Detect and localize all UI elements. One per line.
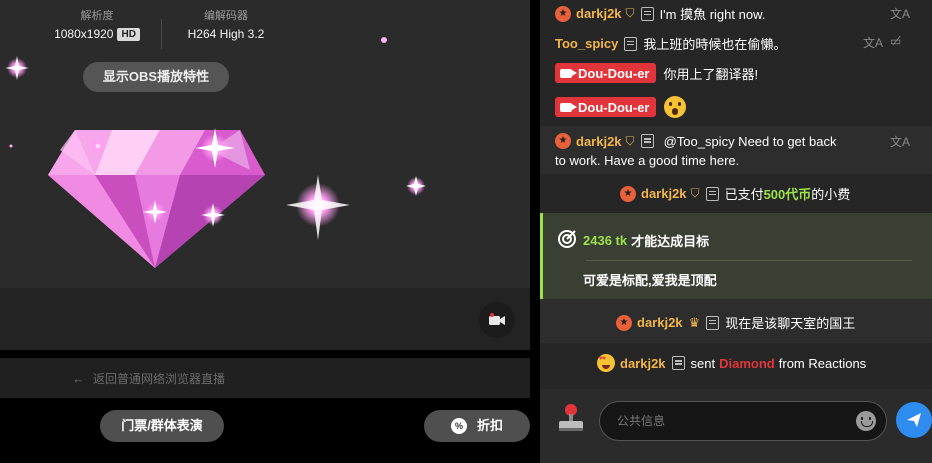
resolution-label: 解析度 xyxy=(80,10,114,22)
goal-panel: 2436 tk 才能达成目标 可爱是标配,爱我是顶配 xyxy=(540,213,932,299)
chat-message: Dou-Dou-er xyxy=(540,90,932,126)
heart-eyes-emoji-icon xyxy=(597,354,615,372)
streamer-badge[interactable]: Dou-Dou-er xyxy=(555,97,656,117)
fan-badge-icon xyxy=(620,185,636,202)
diamond-gem xyxy=(48,130,265,268)
resolution-value: 1080x1920 xyxy=(54,27,114,41)
camera-icon xyxy=(560,102,577,112)
gift-username[interactable]: darkj2k xyxy=(620,356,666,371)
shield-icon: ⛉ xyxy=(625,6,635,20)
back-link-label: 返回普通网络浏览器直播 xyxy=(93,372,226,386)
show-obs-properties-button[interactable]: 显示OBS播放特性 xyxy=(83,62,229,92)
diamond-gift-animation xyxy=(5,37,426,268)
chat-message: darkj2k ⛉ I'm 摸魚 right now. 文A xyxy=(540,0,932,28)
video-stage: 解析度 1080x1920 HD 编解码器 H264 High 3.2 显示OBS… xyxy=(0,0,530,350)
stream-panel: 解析度 1080x1920 HD 编解码器 H264 High 3.2 显示OBS… xyxy=(0,0,530,463)
crown-icon: ♛ xyxy=(688,314,701,330)
discount-button[interactable]: % 折扣 xyxy=(424,410,530,442)
note-icon xyxy=(706,315,720,330)
send-button[interactable] xyxy=(896,402,932,438)
gift-prefix: sent xyxy=(690,355,716,371)
resolution-info: 解析度 1080x1920 HD xyxy=(42,9,152,42)
tip-prefix: 已支付 xyxy=(724,187,764,202)
chat-message: Too_spicy 我上班的時候也在偷懶。 文A ▭̸ xyxy=(540,28,932,56)
hide-translation-icon[interactable]: ▭̸ xyxy=(890,34,901,48)
note-icon xyxy=(624,36,638,51)
gift-notification: darkj2k sent Diamond from Reactions xyxy=(540,343,932,389)
chat-username[interactable]: Too_spicy xyxy=(555,36,618,51)
target-icon xyxy=(558,230,576,248)
camera-toggle-button[interactable] xyxy=(479,302,515,338)
hd-badge: HD xyxy=(117,28,140,41)
goal-divider xyxy=(586,260,912,261)
chat-text: I'm 摸魚 right now. xyxy=(659,7,766,22)
chat-text-continued: to work. Have a good time here. xyxy=(555,153,740,168)
note-icon xyxy=(705,186,719,201)
surprised-emoji-icon xyxy=(663,96,686,118)
fan-badge-icon xyxy=(616,314,632,331)
codec-label: 编解码器 xyxy=(204,10,248,22)
chat-text: 你用上了翻译器! xyxy=(663,66,759,82)
ticket-show-button[interactable]: 门票/群体表演 xyxy=(100,410,224,442)
chat-input-area xyxy=(540,389,932,463)
back-to-browser-link[interactable]: ← 返回普通网络浏览器直播 xyxy=(72,370,225,387)
king-username[interactable]: darkj2k xyxy=(637,315,683,330)
tip-username[interactable]: darkj2k xyxy=(641,186,687,201)
stream-specs: 解析度 1080x1920 HD 编解码器 H264 High 3.2 xyxy=(0,9,300,49)
joystick-icon[interactable] xyxy=(556,402,586,434)
goal-suffix: 才能达成目标 xyxy=(631,234,710,249)
camera-icon xyxy=(560,68,577,78)
fan-badge-icon xyxy=(555,5,571,22)
streamer-badge[interactable]: Dou-Dou-er xyxy=(555,63,656,83)
shield-icon: ⛉ xyxy=(625,133,635,148)
tip-suffix: 的小费 xyxy=(811,187,851,202)
note-icon xyxy=(671,356,685,370)
chat-username[interactable]: darkj2k xyxy=(576,6,622,21)
codec-value: H264 High 3.2 xyxy=(187,27,265,41)
shield-icon: ⛉ xyxy=(690,186,700,200)
chat-panel: darkj2k ⛉ I'm 摸魚 right now. 文A Too_spicy… xyxy=(540,0,932,463)
arrow-left-icon: ← xyxy=(72,371,85,386)
king-notification: darkj2k ♛ 现在是该聊天室的国王 xyxy=(540,299,932,343)
goal-description: 可爱是标配,爱我是顶配 xyxy=(583,273,717,288)
note-icon xyxy=(640,6,654,21)
gift-name: Diamond xyxy=(719,355,775,371)
translate-icon[interactable]: 文A xyxy=(863,34,883,51)
video-lower-area xyxy=(0,288,530,350)
chat-text: @Too_spicy Need to get back xyxy=(663,133,837,149)
public-message-input[interactable] xyxy=(599,401,887,441)
chat-username[interactable]: darkj2k xyxy=(576,134,622,149)
chat-username: Dou-Dou-er xyxy=(578,99,650,115)
tip-notification: darkj2k ⛉ 已支付 500代币 的小费 xyxy=(540,174,932,213)
translate-icon[interactable]: 文A xyxy=(890,5,910,22)
translate-icon[interactable]: 文A xyxy=(890,133,910,150)
discount-label: 折扣 xyxy=(476,418,503,433)
chat-message: darkj2k ⛉ @Too_spicy Need to get back to… xyxy=(540,126,932,174)
emoji-picker-button[interactable] xyxy=(856,411,876,431)
send-icon xyxy=(907,413,921,427)
percent-icon: % xyxy=(450,418,467,434)
chat-username: Dou-Dou-er xyxy=(578,65,650,81)
goal-amount: 2436 tk xyxy=(583,233,628,248)
gift-suffix: from Reactions xyxy=(778,355,867,371)
codec-info: 编解码器 H264 High 3.2 xyxy=(178,9,274,42)
fan-badge-icon xyxy=(555,133,571,149)
browser-stream-bar: ← 返回普通网络浏览器直播 xyxy=(0,358,530,398)
tip-amount: 500代币 xyxy=(763,187,812,202)
specs-divider xyxy=(161,19,162,49)
camera-off-icon xyxy=(489,313,505,325)
chat-text: 我上班的時候也在偷懶。 xyxy=(643,37,787,52)
chat-message: Dou-Dou-er 你用上了翻译器! xyxy=(540,56,932,90)
note-icon xyxy=(640,134,654,148)
king-text: 现在是该聊天室的国王 xyxy=(725,316,856,331)
